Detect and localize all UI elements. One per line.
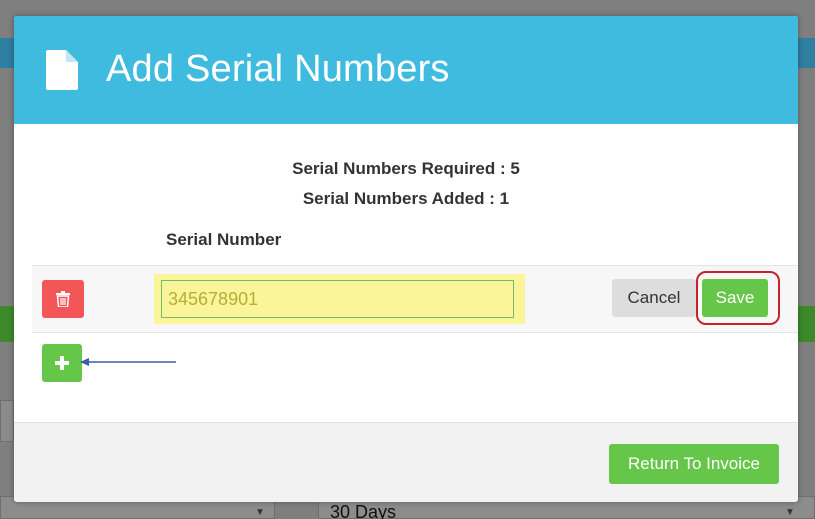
serial-added-label: Serial Numbers Added : <box>302 189 495 208</box>
return-to-invoice-button[interactable]: Return To Invoice <box>609 444 779 484</box>
serial-added-value: 1 <box>499 189 510 208</box>
modal-header: Add Serial Numbers <box>14 16 798 124</box>
annotation-arrow-icon <box>80 358 176 366</box>
background-select-value: 30 Days <box>330 502 397 519</box>
serial-number-input[interactable] <box>161 280 514 318</box>
serial-input-highlight <box>154 274 525 324</box>
background-caret-icon: ▼ <box>255 507 265 518</box>
trash-icon <box>56 291 70 307</box>
background-header-strip-right <box>797 38 815 68</box>
background-green-bar <box>0 306 14 342</box>
serial-required-value: 5 <box>510 159 520 178</box>
serial-number-column-header: Serial Number <box>166 230 282 249</box>
background-header-strip <box>0 38 14 68</box>
save-button[interactable]: Save <box>702 279 768 317</box>
add-serial-numbers-modal: Add Serial Numbers Serial Numbers Requir… <box>14 16 798 502</box>
serial-required-line: Serial Numbers Required : 5 <box>14 154 798 184</box>
background-field <box>0 400 14 442</box>
add-serial-button[interactable] <box>42 344 82 382</box>
background-caret-icon: ▼ <box>785 507 795 518</box>
document-icon <box>46 50 78 90</box>
modal-title: Add Serial Numbers <box>106 48 450 90</box>
serial-added-line: Serial Numbers Added : 1 <box>14 184 798 214</box>
delete-serial-button[interactable] <box>42 280 84 318</box>
modal-footer: Return To Invoice <box>14 422 798 502</box>
table-row: Cancel Save <box>32 265 798 333</box>
cancel-button[interactable]: Cancel <box>612 279 696 317</box>
serial-summary: Serial Numbers Required : 5 Serial Numbe… <box>14 154 798 214</box>
serial-required-label: Serial Numbers Required : <box>292 159 506 178</box>
background-green-bar-right <box>797 306 815 342</box>
plus-icon <box>55 356 69 370</box>
